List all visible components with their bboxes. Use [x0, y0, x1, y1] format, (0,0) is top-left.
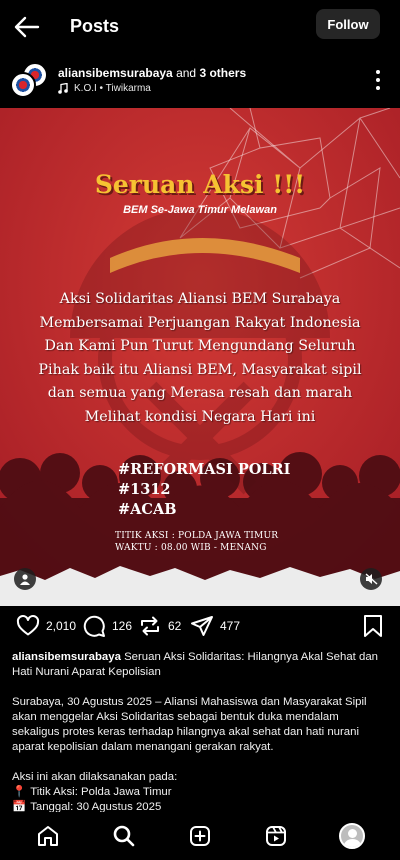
poster-body-line: Dan Kami Pun Turut Mengundang Seluruh	[44, 338, 356, 354]
music-note-icon	[58, 83, 68, 94]
poster-location: TITIK AKSI : POLDA JAWA TIMUR	[115, 531, 279, 541]
repost-icon[interactable]	[138, 614, 162, 638]
post-image[interactable]: Seruan Aksi !!! BEM Se-Jawa Timur Melawa…	[0, 108, 400, 606]
comment-button[interactable]: 126	[82, 614, 132, 638]
top-bar: Posts Follow	[0, 0, 400, 54]
bookmark-icon[interactable]	[362, 614, 384, 638]
speaker-muted-icon[interactable]	[360, 568, 382, 590]
reels-icon[interactable]	[264, 824, 288, 848]
arrow-left-icon[interactable]	[14, 16, 40, 38]
share-button[interactable]: 477	[190, 614, 240, 638]
create-icon[interactable]	[188, 824, 212, 848]
poster-subheadline: BEM Se-Jawa Timur Melawan	[123, 204, 277, 216]
coauthor-joiner: and	[172, 66, 200, 80]
heart-icon[interactable]	[16, 614, 40, 638]
caption-intro: Aksi ini akan dilaksanakan pada:	[12, 771, 178, 783]
poster-body-line: Pihak baik itu Aliansi BEM, Masyarakat s…	[38, 361, 362, 378]
nav-home[interactable]	[34, 822, 62, 850]
comment-icon[interactable]	[82, 614, 106, 638]
nav-reels[interactable]	[262, 822, 290, 850]
caption-location: Titik Aksi: Polda Jawa Timur	[30, 786, 172, 798]
caption-username[interactable]: aliansibemsurabaya	[12, 651, 121, 663]
caption-paragraph: Surabaya, 30 Agustus 2025 – Aliansi Maha…	[12, 696, 367, 753]
poster-body-line: Membersamai Perjuangan Rakyat Indonesia	[39, 314, 361, 331]
author-line[interactable]: aliansibemsurabaya and 3 others	[58, 66, 246, 80]
post-caption: aliansibemsurabaya Seruan Aksi Solidarit…	[12, 650, 388, 815]
author-username[interactable]: aliansibemsurabaya	[58, 66, 173, 80]
poster-time: WAKTU : 08.00 WIB - MENANG	[115, 543, 267, 553]
kebab-icon[interactable]	[372, 70, 384, 90]
music-attribution[interactable]: K.O.I • Tiwikarma	[58, 83, 151, 94]
post-header: aliansibemsurabaya and 3 others K.O.I • …	[0, 60, 400, 104]
poster-event-info: TITIK AKSI : POLDA JAWA TIMUR WAKTU : 08…	[115, 530, 278, 554]
caption-headline-block: aliansibemsurabaya Seruan Aksi Solidarit…	[12, 650, 388, 680]
author-avatars[interactable]	[10, 62, 50, 100]
nav-create[interactable]	[186, 822, 214, 850]
share-count[interactable]: 477	[220, 619, 240, 633]
poster-hashtags: #REFORMASI POLRI #1312 #ACAB	[118, 460, 290, 520]
repost-count[interactable]: 62	[168, 619, 181, 633]
music-label: K.O.I • Tiwikarma	[74, 83, 151, 94]
nav-search[interactable]	[110, 822, 138, 850]
search-icon[interactable]	[112, 824, 136, 848]
follow-button[interactable]: Follow	[316, 9, 380, 39]
like-button[interactable]: 2,010	[16, 614, 76, 638]
caption-location-line: 📍 Titik Aksi: Polda Jawa Timur	[12, 785, 388, 800]
bottom-nav	[0, 812, 400, 860]
send-icon[interactable]	[190, 614, 214, 638]
post-actions: 2,010 126 62 477	[0, 614, 400, 644]
poster-hashtag: #ACAB	[118, 501, 177, 518]
poster-body: Aksi Solidaritas Aliansi BEM Surabaya Me…	[20, 288, 380, 429]
poster-body-line: dan semua yang Merasa resah dan marah	[47, 385, 353, 401]
avatar[interactable]	[10, 72, 36, 98]
home-icon[interactable]	[36, 824, 60, 848]
pin-icon: 📍	[12, 786, 27, 798]
repost-button[interactable]: 62	[138, 614, 181, 638]
poster-hashtag: #1312	[118, 481, 171, 498]
comment-count[interactable]: 126	[112, 619, 132, 633]
poster-hashtag: #REFORMASI POLRI	[118, 461, 291, 478]
coauthors-count[interactable]: 3 others	[199, 66, 246, 80]
poster-headline: Seruan Aksi !!!	[94, 170, 306, 199]
profile-avatar[interactable]	[339, 823, 365, 849]
user-tag-icon[interactable]	[14, 568, 36, 590]
page-title: Posts	[70, 16, 120, 36]
like-count[interactable]: 2,010	[46, 619, 76, 633]
poster-body-line: Melihat kondisi Negara Hari ini	[84, 408, 316, 425]
poster-body-line: Aksi Solidaritas Aliansi BEM Surabaya	[59, 291, 341, 307]
nav-profile[interactable]	[338, 822, 366, 850]
